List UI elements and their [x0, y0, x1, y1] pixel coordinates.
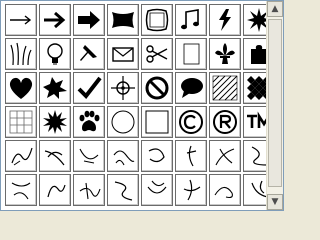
scrollbar-thumb[interactable] — [268, 19, 282, 187]
shape-swatch[interactable] — [5, 4, 37, 36]
fleur-de-lis-icon — [215, 43, 235, 64]
shape-swatch[interactable] — [107, 72, 139, 104]
light-bulb-icon — [47, 43, 63, 65]
shape-swatch[interactable] — [39, 72, 71, 104]
music-notes-icon — [181, 9, 199, 30]
square-frame-icon — [145, 110, 169, 134]
banner-icon — [112, 12, 134, 28]
shape-swatch[interactable] — [209, 174, 241, 206]
shape-swatch[interactable] — [141, 140, 173, 172]
scissors-icon — [146, 45, 168, 63]
shape-swatch[interactable] — [39, 106, 71, 138]
scribble-shape-5-icon — [148, 148, 165, 163]
diagonal-grid-icon — [212, 75, 238, 101]
shape-swatch[interactable] — [175, 174, 207, 206]
shape-swatch[interactable] — [209, 4, 241, 36]
shape-swatch[interactable] — [39, 140, 71, 172]
scribble-shape-10-icon — [47, 184, 66, 198]
tile-grid-icon — [9, 110, 33, 134]
explosion-icon — [43, 110, 67, 134]
scribble-shape-7-icon — [215, 148, 235, 166]
checkmark-icon — [77, 76, 102, 100]
scroll-up-arrow-icon: ▲ — [271, 4, 279, 14]
shape-swatch[interactable] — [175, 72, 207, 104]
shape-swatch[interactable] — [107, 174, 139, 206]
shape-grid — [5, 4, 275, 206]
shape-swatch[interactable] — [175, 106, 207, 138]
shape-swatch[interactable] — [39, 174, 71, 206]
shape-swatch[interactable] — [107, 38, 139, 70]
lightning-icon — [219, 9, 231, 31]
shape-swatch[interactable] — [141, 72, 173, 104]
copyright-icon — [179, 110, 203, 134]
scribble-shape-3-icon — [79, 148, 99, 164]
splat-icon — [43, 77, 67, 99]
envelope-icon — [112, 47, 134, 62]
bold-arrow-icon — [78, 11, 100, 29]
shape-swatch[interactable] — [73, 140, 105, 172]
shape-swatch[interactable] — [209, 140, 241, 172]
shape-swatch[interactable] — [73, 38, 105, 70]
scribble-shape-4-icon — [113, 150, 135, 166]
vertical-scrollbar[interactable]: ▲ ▼ — [266, 1, 283, 210]
shape-swatch[interactable] — [39, 4, 71, 36]
pushpin-icon — [80, 45, 97, 61]
heart-icon — [9, 77, 33, 99]
speech-bubble-icon — [181, 78, 203, 98]
shape-swatch[interactable] — [5, 174, 37, 206]
shape-swatch[interactable] — [209, 72, 241, 104]
shape-swatch[interactable] — [39, 38, 71, 70]
scribble-shape-15-icon — [214, 186, 233, 199]
shape-swatch[interactable] — [141, 4, 173, 36]
blank-page-icon — [183, 43, 200, 65]
shape-swatch[interactable] — [73, 106, 105, 138]
scribble-shape-12-icon — [114, 181, 133, 201]
shape-swatch[interactable] — [175, 140, 207, 172]
shape-swatch[interactable] — [5, 140, 37, 172]
shape-swatch[interactable] — [141, 106, 173, 138]
shape-swatch[interactable] — [73, 72, 105, 104]
arrow-icon — [44, 11, 66, 29]
crosshair-icon — [111, 76, 135, 100]
shape-swatch[interactable] — [73, 4, 105, 36]
shape-swatch[interactable] — [141, 38, 173, 70]
shape-swatch[interactable] — [175, 38, 207, 70]
shape-swatch[interactable] — [5, 72, 37, 104]
scroll-down-button[interactable]: ▼ — [267, 194, 283, 210]
shape-swatch[interactable] — [107, 106, 139, 138]
scribble-shape-14-icon — [183, 179, 201, 201]
scroll-up-button[interactable]: ▲ — [267, 1, 283, 17]
grass-icon — [10, 42, 32, 66]
scribble-shape-6-icon — [186, 145, 197, 167]
shape-swatch[interactable] — [5, 38, 37, 70]
shape-swatch[interactable] — [107, 140, 139, 172]
stamp-frame-icon — [145, 8, 169, 32]
scribble-shape-1-icon — [11, 147, 33, 166]
registered-icon — [213, 110, 237, 134]
no-symbol-icon — [145, 76, 169, 100]
shape-swatch[interactable] — [209, 106, 241, 138]
custom-shape-picker: ▲ ▼ — [0, 0, 284, 211]
shape-swatch[interactable] — [107, 4, 139, 36]
thin-arrow-icon — [10, 15, 32, 25]
shape-swatch[interactable] — [141, 174, 173, 206]
shape-swatch[interactable] — [73, 174, 105, 206]
scribble-shape-9-icon — [11, 182, 31, 200]
shape-swatch[interactable] — [209, 38, 241, 70]
circle-frame-icon — [111, 110, 135, 134]
scribble-shape-2-icon — [44, 150, 65, 166]
scribble-shape-13-icon — [147, 180, 167, 194]
scribble-shape-11-icon — [79, 182, 101, 200]
paw-print-icon — [79, 110, 100, 132]
scroll-down-arrow-icon: ▼ — [271, 197, 279, 207]
shape-swatch[interactable] — [5, 106, 37, 138]
shape-swatch[interactable] — [175, 4, 207, 36]
